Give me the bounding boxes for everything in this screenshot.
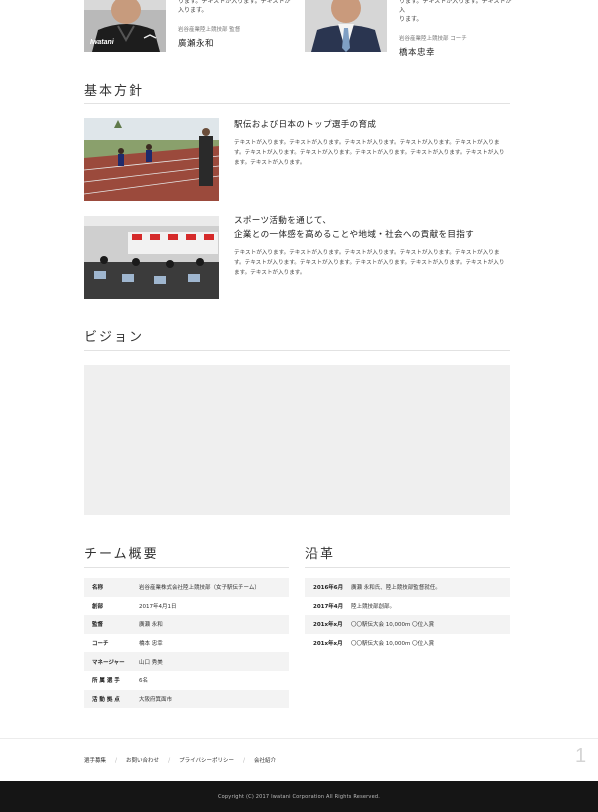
policy-photo-meeting [84, 216, 219, 299]
table-row: 名称 岩谷産業株式会社陸上競技部（女子駅伝チーム） [84, 578, 289, 597]
table-value: 廣瀬 永和氏、陸上競技部監督就任。 [351, 585, 441, 592]
staff-photo-director: Iwatani [84, 0, 166, 52]
staff-card-coach: ります。テキストが入ります。テキストが入 ります。 岩谷産業陸上競技部 コーチ … [305, 0, 515, 58]
table-value: 2017年4月1日 [139, 603, 177, 610]
section-divider [84, 567, 289, 568]
section-title-history: 沿革 [305, 547, 336, 562]
table-label: マネージャー [92, 659, 125, 666]
team-overview-table: 名称 岩谷産業株式会社陸上競技部（女子駅伝チーム） 創部 2017年4月1日 監督 廣… [84, 578, 289, 709]
table-label: 創部 [92, 603, 104, 610]
table-value: 山口 秀美 [139, 659, 163, 666]
section-title-policy: 基本方針 [84, 84, 145, 99]
table-label: 名称 [92, 585, 104, 592]
table-row: 201x年x月 〇〇駅伝大会 10,000m 〇位入賞 [305, 634, 510, 653]
table-label: コーチ [92, 641, 109, 648]
policy-body: テキストが入ります。テキストが入ります。テキストが入ります。テキストが入ります。… [234, 140, 505, 166]
table-row: 創部 2017年4月1日 [84, 597, 289, 616]
staff-role: 岩谷産業陸上競技部 コーチ [399, 36, 467, 42]
section-divider [84, 350, 510, 351]
policy-heading: 駅伝および日本のトップ選手の育成 [234, 120, 377, 130]
table-row: 活 動 拠 点 大阪府箕面市 [84, 689, 289, 709]
staff-name: 橋本忠幸 [399, 48, 436, 58]
table-row: 201x年x月 〇〇駅伝大会 10,000m 〇位入賞 [305, 615, 510, 634]
footer-divider [0, 738, 598, 739]
table-row: 監督 廣瀬 永和 [84, 615, 289, 634]
footer-link-contact[interactable]: お問い合わせ [126, 756, 159, 764]
table-label: 活 動 拠 点 [92, 696, 120, 703]
staff-card-coach-director: Iwatani ります。テキストが入ります。テキストが 入ります。 岩谷産業陸上… [84, 0, 294, 54]
section-divider [305, 567, 510, 568]
footer-link-privacy[interactable]: プライバシーポリシー [179, 756, 234, 764]
footer-separator: / [168, 756, 171, 764]
table-label: 2017年4月 [313, 603, 344, 610]
copyright-text: Copyright (C) 2017 Iwatani Corporation A… [217, 793, 381, 800]
table-label: 所 属 選 手 [92, 678, 120, 685]
table-value: 廣瀬 永和 [139, 622, 163, 629]
staff-name: 廣瀬永和 [178, 39, 215, 49]
footer-separator: / [115, 756, 118, 764]
table-row: コーチ 橋本 忠幸 [84, 634, 289, 653]
table-value: 大阪府箕面市 [139, 696, 173, 703]
policy-item: 駅伝および日本のトップ選手の育成 テキストが入ります。テキストが入ります。テキス… [84, 118, 510, 202]
table-value: 〇〇駅伝大会 10,000m 〇位入賞 [351, 641, 435, 648]
staff-photo-coach [305, 0, 387, 52]
history-table: 2016年6月 廣瀬 永和氏、陸上競技部監督就任。 2017年4月 陸上競技部創部。… [305, 578, 510, 652]
policy-body: テキストが入ります。テキストが入ります。テキストが入ります。テキストが入ります。… [234, 250, 505, 276]
iwatani-logo-text: Iwatani [90, 39, 115, 46]
footer-link-company[interactable]: 会社紹介 [254, 756, 276, 764]
staff-snippet: ります。テキストが入ります。テキストが入 ります。 [399, 0, 512, 23]
table-value: 岩谷産業株式会社陸上競技部（女子駅伝チーム） [139, 585, 260, 592]
table-row: マネージャー 山口 秀美 [84, 652, 289, 671]
table-label: 201x年x月 [313, 622, 343, 629]
table-value: 6名 [139, 678, 148, 685]
table-label: 監督 [92, 622, 104, 629]
table-value: 陸上競技部創部。 [351, 603, 396, 610]
section-title-team: チーム概要 [84, 547, 159, 562]
table-row: 2017年4月 陸上競技部創部。 [305, 597, 510, 616]
copyright-bar: Copyright (C) 2017 Iwatani Corporation A… [0, 781, 598, 812]
table-row: 所 属 選 手 6名 [84, 671, 289, 690]
staff-snippet: ります。テキストが入ります。テキストが 入ります。 [178, 0, 291, 14]
section-divider [84, 103, 510, 104]
table-label: 201x年x月 [313, 641, 343, 648]
section-title-vision: ビジョン [84, 330, 145, 345]
footer-nav: 選手募集 / お問い合わせ / プライバシーポリシー / 会社紹介 [84, 756, 276, 765]
staff-role: 岩谷産業陸上競技部 監督 [178, 27, 241, 33]
vision-placeholder [84, 365, 510, 515]
table-label: 2016年6月 [313, 585, 344, 592]
policy-photo-track [84, 118, 219, 201]
footer-separator: / [243, 756, 246, 764]
table-row: 2016年6月 廣瀬 永和氏、陸上競技部監督就任。 [305, 578, 510, 597]
table-value: 橋本 忠幸 [139, 641, 163, 648]
page-number: 1 [575, 745, 587, 767]
policy-item: スポーツ活動を通じて、 企業との一体感を高めることや地域・社会への貢献を目指す … [84, 214, 510, 299]
footer-link-recruit[interactable]: 選手募集 [84, 756, 106, 764]
table-value: 〇〇駅伝大会 10,000m 〇位入賞 [351, 622, 435, 629]
policy-heading: スポーツ活動を通じて、 企業との一体感を高めることや地域・社会への貢献を目指す [234, 216, 475, 240]
